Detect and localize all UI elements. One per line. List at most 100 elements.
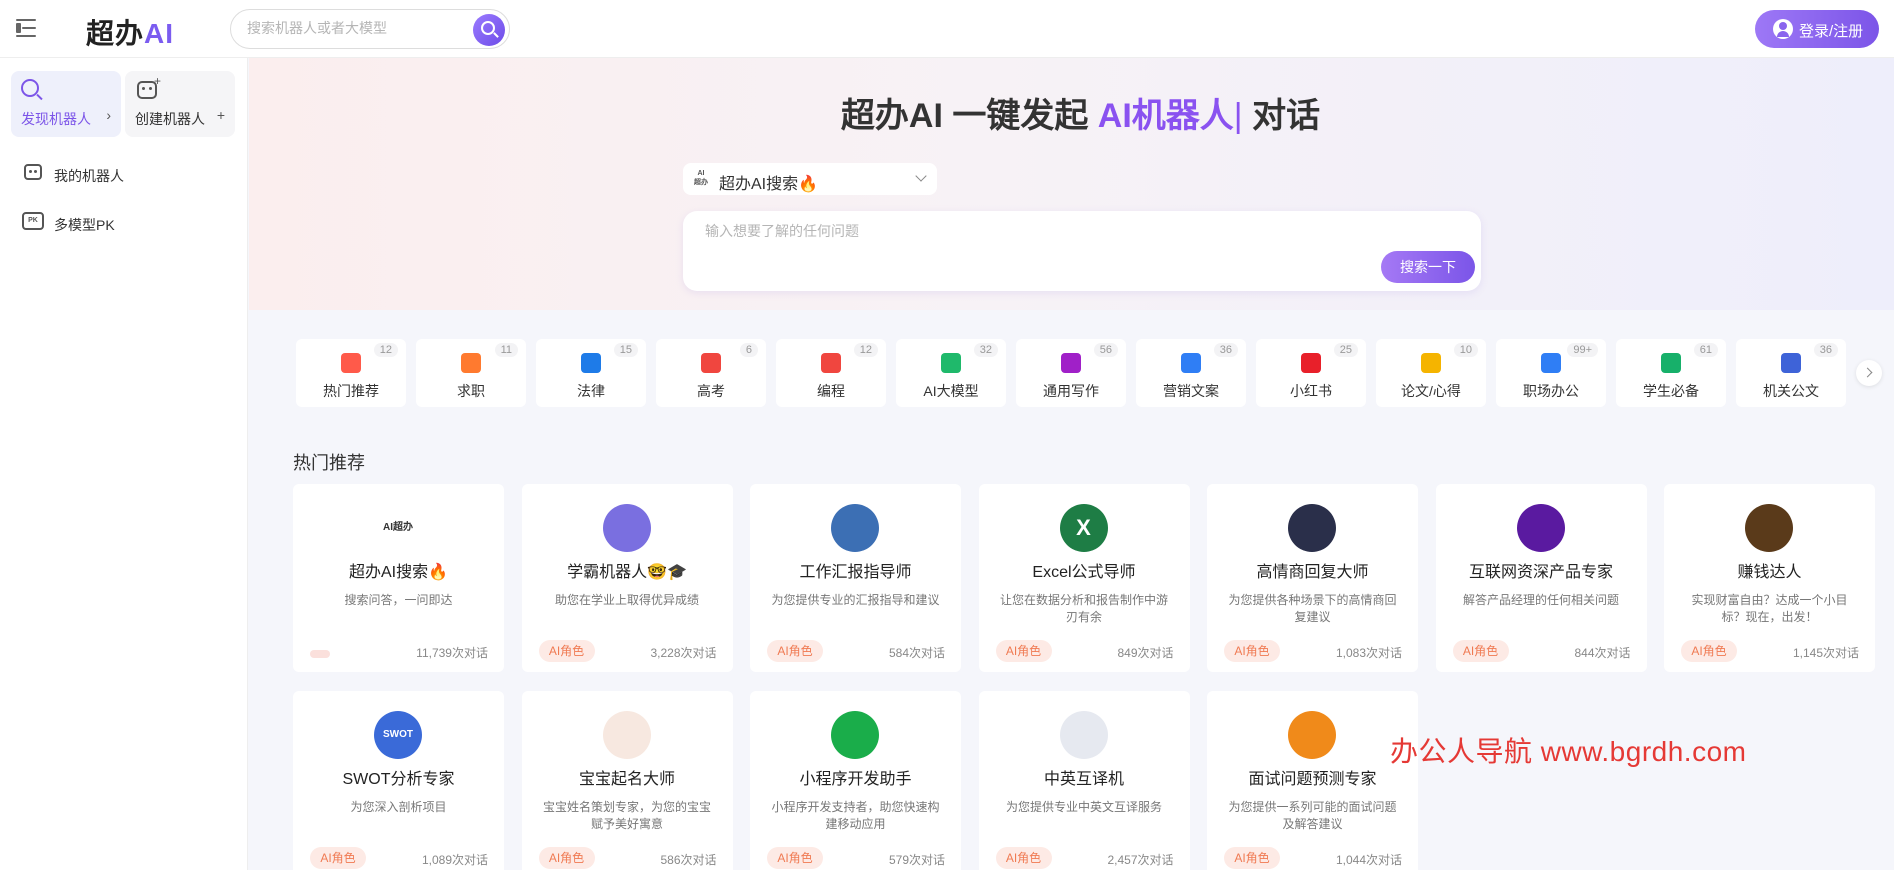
plus-icon: + (216, 107, 225, 123)
category-tab[interactable]: 36 营销文案 (1136, 339, 1246, 407)
robot-description: 助您在学业上取得优异成绩 (554, 593, 699, 607)
robot-description: 宝宝姓名策划专家，为您的宝宝赋予美好寓意 (542, 800, 711, 831)
watermark: 办公人导航 www.bgrdh.com (1390, 736, 1747, 767)
conversation-count: 11,739次对话 (416, 646, 488, 660)
robot-description: 小程序开发支持者，助您快速构建移动应用 (771, 800, 940, 831)
discover-robots-button[interactable]: 发现机器人 › (11, 71, 121, 137)
category-icon (1541, 353, 1561, 373)
robot-avatar: AI超办 (374, 504, 422, 552)
model-logo-icon: AI 超办 (694, 170, 708, 186)
robot-card[interactable]: SWOT SWOT分析专家 为您深入剖析项目 AI角色 1,089次对话 (293, 691, 504, 870)
category-tab[interactable]: 56 通用写作 (1016, 339, 1126, 407)
role-tag: AI角色 (1224, 847, 1280, 869)
role-tag: AI角色 (1452, 640, 1509, 662)
conversation-count: 849次对话 (1117, 646, 1174, 660)
search-input[interactable] (247, 20, 467, 36)
category-tab[interactable]: 25 小红书 (1256, 339, 1366, 407)
robot-card[interactable]: 宝宝起名大师 宝宝姓名策划专家，为您的宝宝赋予美好寓意 AI角色 586次对话 (521, 691, 733, 870)
robot-description: 为您提供一系列可能的面试问题及解答建议 (1228, 800, 1397, 831)
robot-avatar (1516, 504, 1565, 552)
logo[interactable]: 超办AI (86, 12, 174, 52)
category-label: 小红书 (1290, 383, 1332, 399)
category-label: AI大模型 (923, 383, 979, 399)
robot-avatar: X (1059, 504, 1108, 552)
category-count: 15 (613, 343, 638, 357)
robot-name: 中英互译机 (1043, 771, 1124, 788)
robot-name: 面试问题预测专家 (1248, 771, 1377, 788)
role-tag: AI角色 (995, 847, 1052, 869)
category-label: 编程 (817, 383, 845, 399)
conversation-count: 3,228次对话 (650, 646, 717, 660)
robot-name: 赚钱达人 (1737, 564, 1802, 581)
category-tab[interactable]: 36 机关公文 (1736, 339, 1846, 407)
robot-name: 高情商回复大师 (1256, 564, 1369, 581)
robot-card[interactable]: 中英互译机 为您提供专业中英文互译服务 AI角色 2,457次对话 (978, 691, 1190, 870)
top-bar: 超办AI 登录/注册 (0, 0, 1894, 58)
robot-avatar: SWOT (374, 711, 422, 759)
chevron-right-icon: › (106, 107, 111, 123)
robot-card[interactable]: 面试问题预测专家 为您提供一系列可能的面试问题及解答建议 AI角色 1,044次对话 (1207, 691, 1418, 870)
category-tab[interactable]: 11 求职 (416, 339, 526, 407)
robot-description: 搜索问答，一问即达 (344, 593, 453, 607)
robot-avatar (602, 711, 651, 759)
category-label: 求职 (457, 383, 485, 399)
category-count: 32 (973, 343, 998, 357)
category-icon (821, 353, 841, 373)
robot-card[interactable]: 学霸机器人🤓🎓 助您在学业上取得优异成绩 AI角色 3,228次对话 (521, 484, 733, 672)
category-icon (941, 353, 961, 373)
category-tab[interactable]: 61 学生必备 (1616, 339, 1726, 407)
robot-name: Excel公式导师 (1032, 564, 1136, 581)
category-label: 机关公文 (1763, 383, 1819, 399)
role-tag: AI角色 (1224, 640, 1280, 662)
model-select[interactable]: AI 超办 超办AI搜索🔥 (683, 163, 937, 195)
category-icon (341, 353, 361, 373)
category-tab[interactable]: 15 法律 (536, 339, 646, 407)
sidebar-item-my-robots[interactable]: 我的机器人 (20, 160, 220, 188)
robot-card[interactable]: X Excel公式导师让您在数据分析和报告制作中游刃有余 AI角色 849次对话 (978, 484, 1190, 672)
category-tab[interactable]: 10 论文/心得 (1376, 339, 1486, 407)
category-tab[interactable]: 12 编程 (776, 339, 886, 407)
category-tab[interactable]: 6 高考 (656, 339, 766, 407)
robot-card[interactable]: 高情商回复大师 为您提供各种场景下的高情商回复建议 AI角色 1,083次对话 (1207, 484, 1418, 672)
category-count: 11 (494, 343, 518, 357)
category-label: 论文/心得 (1401, 383, 1461, 399)
robot-card[interactable]: 工作汇报指导师 为您提供专业的汇报指导和建议 AI角色 584次对话 (750, 484, 961, 672)
categories-next-button[interactable] (1856, 360, 1882, 386)
sidebar: 发现机器人 › 创建机器人 + 我的机器人 PK 多模型PK (0, 58, 248, 870)
robot-name: 宝宝起名大师 (578, 771, 675, 788)
conversation-count: 1,145次对话 (1792, 646, 1859, 660)
menu-collapse-icon[interactable] (16, 18, 38, 38)
query-input[interactable] (705, 221, 1305, 271)
robot-description: 让您在数据分析和报告制作中游刃有余 (999, 593, 1168, 624)
category-icon (1781, 353, 1801, 373)
robot-card[interactable]: 小程序开发助手 小程序开发支持者，助您快速构建移动应用 AI角色 579次对话 (750, 691, 961, 870)
login-button[interactable]: 登录/注册 (1755, 10, 1879, 48)
robot-description: 为您深入剖析项目 (350, 800, 447, 814)
category-tab[interactable]: 32 AI大模型 (896, 339, 1006, 407)
search-icon[interactable] (473, 14, 505, 46)
robot-avatar (1288, 711, 1336, 759)
robot-name: 学霸机器人🤓🎓 (567, 564, 687, 581)
query-box: 搜索一下 (683, 211, 1481, 291)
robot-card[interactable]: 互联网资深产品专家 解答产品经理的任何相关问题 AI角色 844次对话 (1435, 484, 1647, 672)
role-tag: AI角色 (310, 847, 366, 869)
category-label: 热门推荐 (323, 383, 379, 399)
category-icon (1061, 353, 1081, 373)
robot-card[interactable]: AI超办 超办AI搜索🔥 搜索问答，一问即达 11,739次对话 (293, 484, 504, 672)
conversation-count: 584次对话 (888, 646, 945, 660)
conversation-count: 2,457次对话 (1107, 853, 1174, 867)
robot-avatar (1745, 504, 1793, 552)
category-count: 61 (1693, 343, 1718, 357)
user-icon (1773, 19, 1793, 39)
category-tab[interactable]: 99+ 职场办公 (1496, 339, 1606, 407)
conversation-count: 1,083次对话 (1335, 646, 1402, 660)
category-tab[interactable]: 12 热门推荐 (296, 339, 406, 407)
category-icon (1661, 353, 1681, 373)
role-tag: AI角色 (995, 640, 1052, 662)
chevron-down-icon (915, 170, 927, 182)
category-label: 职场办公 (1523, 383, 1579, 399)
query-submit-button[interactable]: 搜索一下 (1381, 251, 1475, 283)
create-robot-button[interactable]: 创建机器人 + (125, 71, 235, 137)
robot-card[interactable]: 赚钱达人 实现财富自由？达成一个小目标？现在，出发！ AI角色 1,145次对话 (1664, 484, 1875, 672)
sidebar-item-model-pk[interactable]: PK 多模型PK (20, 209, 220, 237)
